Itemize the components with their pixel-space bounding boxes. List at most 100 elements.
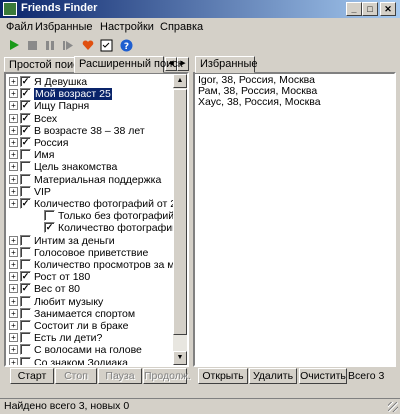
checkbox[interactable]	[20, 161, 31, 173]
checkbox[interactable]	[20, 320, 31, 331]
checkbox[interactable]	[20, 185, 31, 197]
expand-icon[interactable]: +	[9, 138, 18, 147]
help-icon[interactable]: ?	[118, 37, 134, 53]
scroll-down-icon[interactable]: ▼	[173, 351, 187, 365]
tab-simple-search[interactable]: Простой поиск	[4, 57, 83, 72]
tree-item[interactable]: + Занимается спортом	[6, 307, 171, 320]
checkbox[interactable]	[20, 356, 31, 365]
close-button[interactable]: ✕	[380, 2, 396, 16]
menu-settings[interactable]: Настройки	[100, 21, 154, 33]
tree-item[interactable]: + С волосами на голове	[6, 344, 171, 356]
expand-icon[interactable]: +	[9, 296, 18, 306]
checkbox[interactable]: ✓	[20, 198, 31, 209]
checkbox[interactable]: ✓	[44, 222, 55, 234]
tree-item[interactable]: + Количество просмотров за месяц	[6, 259, 187, 271]
play-icon[interactable]	[6, 37, 22, 53]
checkbox[interactable]: ✓	[20, 76, 31, 87]
tree-item[interactable]: + ✓ Я Девушка	[6, 76, 171, 88]
menu-favorites[interactable]: Избранные	[35, 21, 93, 33]
stop-button[interactable]: Стоп	[55, 368, 97, 384]
checkbox[interactable]	[20, 234, 31, 246]
tab-favorites[interactable]: Избранные	[195, 56, 258, 73]
expand-icon[interactable]: +	[9, 186, 18, 196]
delete-button[interactable]: Удалить	[249, 368, 297, 384]
checkbox[interactable]	[44, 210, 55, 222]
scrollbar-thumb[interactable]	[173, 89, 187, 335]
expand-icon[interactable]: +	[9, 101, 18, 111]
checkbox[interactable]: ✓	[20, 271, 31, 283]
scroll-up-icon[interactable]: ▲	[173, 74, 187, 88]
checkbox[interactable]	[20, 307, 31, 319]
tree-item[interactable]: + ✓ Мой возраст 25	[6, 87, 171, 102]
start-button[interactable]: Старт	[10, 368, 54, 384]
continue-button[interactable]: Продолж.	[143, 368, 191, 384]
expand-icon[interactable]: +	[9, 125, 18, 135]
expand-icon[interactable]: +	[9, 321, 18, 330]
checkbox[interactable]: ✓	[20, 112, 31, 124]
tree-item[interactable]: + ✓ Вес от 80	[6, 283, 171, 295]
expand-icon[interactable]: +	[9, 162, 18, 172]
expand-icon[interactable]: +	[9, 174, 18, 184]
tree-item[interactable]: + ✓ Количество фотографий от 2	[6, 198, 176, 210]
tab-advanced-search[interactable]: Расширенный поиск	[74, 56, 183, 73]
minimize-button[interactable]: _	[346, 2, 362, 16]
checkbox[interactable]	[20, 246, 31, 258]
checkbox[interactable]	[20, 173, 31, 185]
checkbox[interactable]: ✓	[20, 88, 31, 100]
list-item[interactable]: Хаус, 38, Россия, Москва	[198, 97, 391, 108]
tree-item[interactable]: + Имя	[6, 149, 171, 161]
checkbox[interactable]	[20, 295, 31, 307]
checkbox[interactable]	[20, 344, 31, 356]
expand-icon[interactable]: +	[9, 308, 18, 318]
expand-icon[interactable]: +	[9, 113, 18, 123]
checkbox[interactable]: ✓	[20, 124, 31, 136]
maximize-button[interactable]: □	[362, 2, 378, 16]
checkbox[interactable]	[20, 149, 31, 161]
expand-icon[interactable]: +	[9, 345, 18, 355]
settings-icon[interactable]	[98, 37, 114, 53]
expand-icon[interactable]: +	[9, 357, 18, 365]
expand-icon[interactable]: +	[9, 284, 18, 294]
continue-icon[interactable]	[60, 37, 76, 53]
tree-item[interactable]: + Есть ли дети?	[6, 332, 171, 344]
pause-button[interactable]: Пауза	[98, 368, 142, 384]
expand-icon[interactable]: +	[9, 150, 18, 160]
tree-item[interactable]: + Состоит ли в браке	[6, 320, 171, 332]
expand-icon[interactable]: +	[9, 333, 18, 343]
expand-icon[interactable]: +	[9, 89, 18, 99]
tree-item[interactable]: + VIP	[6, 185, 171, 198]
tree-item[interactable]: Только без фотографий	[6, 210, 174, 222]
open-button[interactable]: Открыть	[198, 368, 248, 384]
pause-icon[interactable]	[42, 37, 58, 53]
expand-icon[interactable]: +	[9, 77, 18, 86]
vertical-scrollbar[interactable]: ▲ ▼	[173, 74, 187, 365]
tree-item[interactable]: + ✓ Рост от 180	[6, 271, 171, 283]
tree-item[interactable]: + Любит музыку	[6, 295, 171, 308]
checkbox[interactable]: ✓	[20, 137, 31, 148]
checkbox[interactable]: ✓	[20, 100, 31, 112]
tree-item[interactable]: + Интим за деньги	[6, 234, 171, 247]
tree-item[interactable]: + Материальная поддержка	[6, 173, 171, 186]
tree-item[interactable]: + Голосовое приветствие	[6, 246, 171, 259]
expand-icon[interactable]: +	[9, 272, 18, 282]
tree-item[interactable]: + ✓ Россия	[6, 137, 171, 149]
tree-item[interactable]: + Со знаком Зодиака	[6, 356, 171, 365]
menu-file[interactable]: Файл	[6, 21, 33, 33]
tree-item[interactable]: + ✓ Всех	[6, 112, 171, 125]
checkbox[interactable]	[20, 332, 31, 344]
stop-icon[interactable]	[24, 37, 40, 53]
expand-icon[interactable]: +	[9, 199, 18, 208]
checkbox[interactable]: ✓	[20, 283, 31, 295]
menu-help[interactable]: Справка	[160, 21, 203, 33]
heart-icon[interactable]	[80, 37, 96, 53]
expand-icon[interactable]: +	[9, 235, 18, 245]
tree-item[interactable]: + ✓ Ищу Парня	[6, 100, 171, 112]
tree-item[interactable]: ✓ Количество фотографий от 2	[6, 222, 187, 234]
tree-item[interactable]: + ✓ В возрасте 38 – 38 лет	[6, 124, 171, 137]
expand-icon[interactable]: +	[9, 247, 18, 257]
clear-button[interactable]: Очистить	[299, 368, 347, 384]
expand-icon[interactable]: +	[9, 260, 18, 269]
resize-grip-icon[interactable]	[388, 402, 398, 412]
checkbox[interactable]	[20, 259, 31, 270]
tree-item[interactable]: + Цель знакомства	[6, 161, 171, 173]
